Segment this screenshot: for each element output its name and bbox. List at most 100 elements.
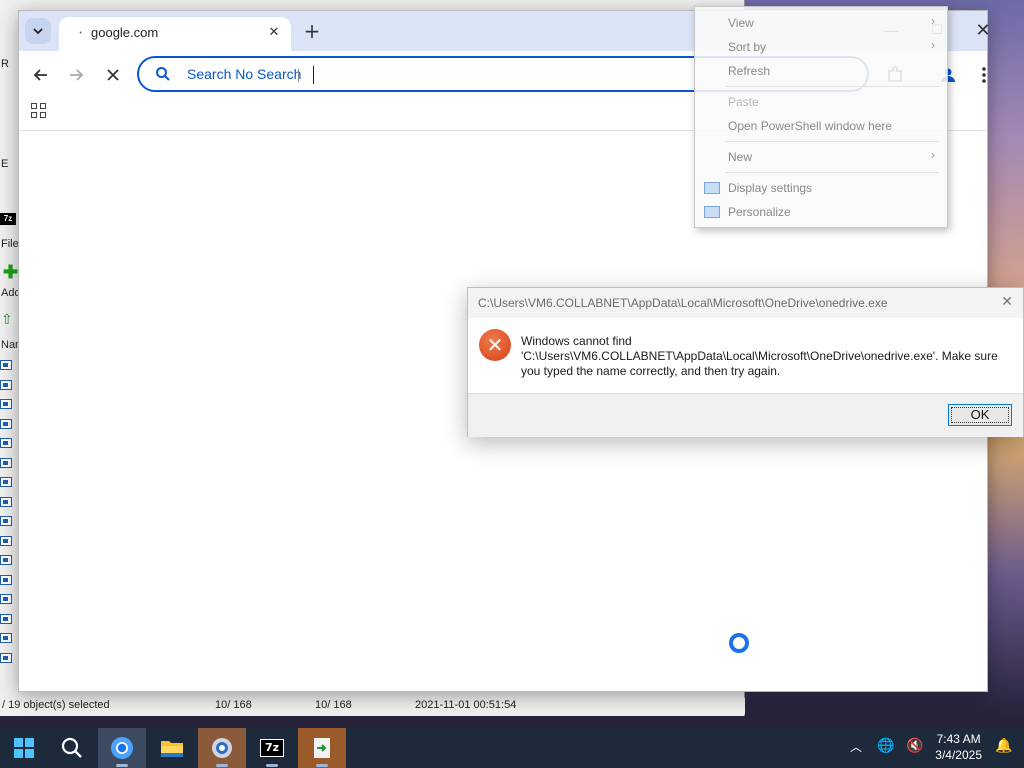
file-icon[interactable] [0,477,12,487]
dialog-message: Windows cannot find 'C:\Users\VM6.COLLAB… [521,334,1011,379]
loading-icon: ꞏ [79,28,83,39]
file-icon[interactable] [0,379,12,390]
chevron-down-icon [33,28,43,35]
taskbar-notepad[interactable] [298,728,346,768]
dialog-message-line: 'C:\Users\VM6.COLLABNET\AppData\Local\Mi… [521,349,998,363]
taskbar: 7z ︿ 🌐 🔇 7:43 AM 3/4/2025 🔔 [0,728,1024,768]
loading-spinner-icon [729,633,749,653]
file-icon[interactable] [0,535,12,546]
forward-button[interactable] [64,63,88,87]
file-icon[interactable] [0,613,12,624]
network-icon[interactable]: 🌐 [877,738,894,754]
menu-item-personalize[interactable]: Personalize [728,203,791,221]
dialog-close-icon[interactable]: ✕ [1001,294,1013,310]
submenu-arrow-icon: › [931,14,935,28]
file-icon[interactable] [0,360,12,370]
new-tab-button[interactable]: + [301,21,323,43]
back-arrow-icon [33,69,47,81]
volume-muted-icon[interactable]: 🔇 [906,738,923,754]
taskbar-file-explorer[interactable] [148,728,196,768]
menu-item-sort-by[interactable]: Sort by [728,38,766,56]
notification-bell-icon[interactable]: 🔔 [995,738,1012,754]
display-settings-icon [704,182,720,194]
start-button[interactable] [0,728,48,768]
bg-label-e: E [1,158,9,170]
background-status-bar: / 19 object(s) selected 10/ 168 10/ 168 … [0,698,745,714]
menu-divider [725,172,939,173]
error-icon: ✕ [479,329,511,361]
7zip-icon: 7z [260,739,284,757]
status-modified: 2021-11-01 00:51:54 [415,699,517,711]
personalize-icon [704,206,720,218]
tab-title: google.com [91,25,159,40]
address-bar-placeholder: Search No Search [187,66,302,82]
file-icon[interactable] [0,457,12,468]
settings-chrome-icon [212,738,232,758]
text-cursor [313,66,314,84]
file-icon[interactable] [0,399,12,409]
taskbar-search-button[interactable] [48,728,96,768]
notepad-icon [314,738,330,758]
file-icon[interactable] [0,574,12,585]
menu-divider [725,141,939,142]
apps-grid-icon[interactable] [31,103,47,119]
dialog-title-bar[interactable]: C:\Users\VM6.COLLABNET\AppData\Local\Mic… [468,288,1023,318]
kebab-menu-icon [982,67,986,83]
menu-divider [725,86,939,87]
address-separator [298,69,299,82]
forward-arrow-icon [70,69,84,81]
dialog-message-line: you typed the name correctly, and then t… [521,364,781,378]
submenu-arrow-icon: › [931,148,935,162]
menu-item-view[interactable]: View [728,14,754,32]
dialog-footer: OK [468,393,1023,437]
start-icon [14,738,34,758]
taskbar-7zip[interactable]: 7z [248,728,296,768]
close-tab-icon[interactable]: ✕ [265,24,283,42]
file-icon[interactable] [0,496,12,507]
menu-item-paste[interactable]: Paste [728,93,759,111]
bg-label-r: R [1,58,9,70]
stop-icon [107,69,119,81]
folder-up-icon[interactable]: ⇧ [1,311,13,328]
desktop-context-menu: View › Sort by › Refresh Paste Open Powe… [694,6,948,228]
error-dialog: C:\Users\VM6.COLLABNET\AppData\Local\Mic… [467,287,1024,437]
add-icon[interactable]: ✚ [3,263,18,281]
menu-item-display-settings[interactable]: Display settings [728,179,812,197]
menu-button[interactable] [972,63,996,87]
submenu-arrow-icon: › [931,38,935,52]
file-icon[interactable] [0,438,12,448]
menu-item-new[interactable]: New [728,148,752,166]
back-button[interactable] [29,63,53,87]
status-packed: 10/ 168 [315,699,352,711]
file-icon[interactable] [0,418,12,429]
file-icon[interactable] [0,516,12,526]
stop-loading-button[interactable] [101,63,125,87]
show-hidden-icons-icon[interactable]: ︿ [850,738,862,755]
bg-file-list [0,360,16,672]
status-size: 10/ 168 [215,699,252,711]
tab-search-button[interactable] [25,18,51,44]
menu-item-open-powershell[interactable]: Open PowerShell window here [728,117,892,135]
dialog-title: C:\Users\VM6.COLLABNET\AppData\Local\Mic… [478,296,888,310]
clock-date: 3/4/2025 [935,748,982,762]
tab-google[interactable]: ꞏ google.com ✕ [59,17,291,51]
file-icon[interactable] [0,555,12,565]
bg-menu-file[interactable]: File [1,238,19,250]
taskbar-clock[interactable]: 7:43 AM 3/4/2025 [935,731,982,763]
7zip-small-icon: 7z [0,213,16,225]
ok-button[interactable]: OK [948,404,1012,426]
chrome-icon [111,737,133,759]
clock-time: 7:43 AM [936,732,981,746]
search-icon [156,67,170,81]
file-explorer-icon [161,741,183,757]
file-icon[interactable] [0,652,12,663]
menu-item-refresh[interactable]: Refresh [728,62,770,80]
close-window-icon[interactable]: ✕ [969,19,997,43]
file-icon[interactable] [0,633,12,643]
taskbar-chrome[interactable] [98,728,146,768]
status-selection: / 19 object(s) selected [2,699,110,711]
taskbar-chrome-settings[interactable] [198,728,246,768]
search-icon [61,737,82,758]
dialog-message-line: Windows cannot find [521,334,632,348]
file-icon[interactable] [0,594,12,604]
